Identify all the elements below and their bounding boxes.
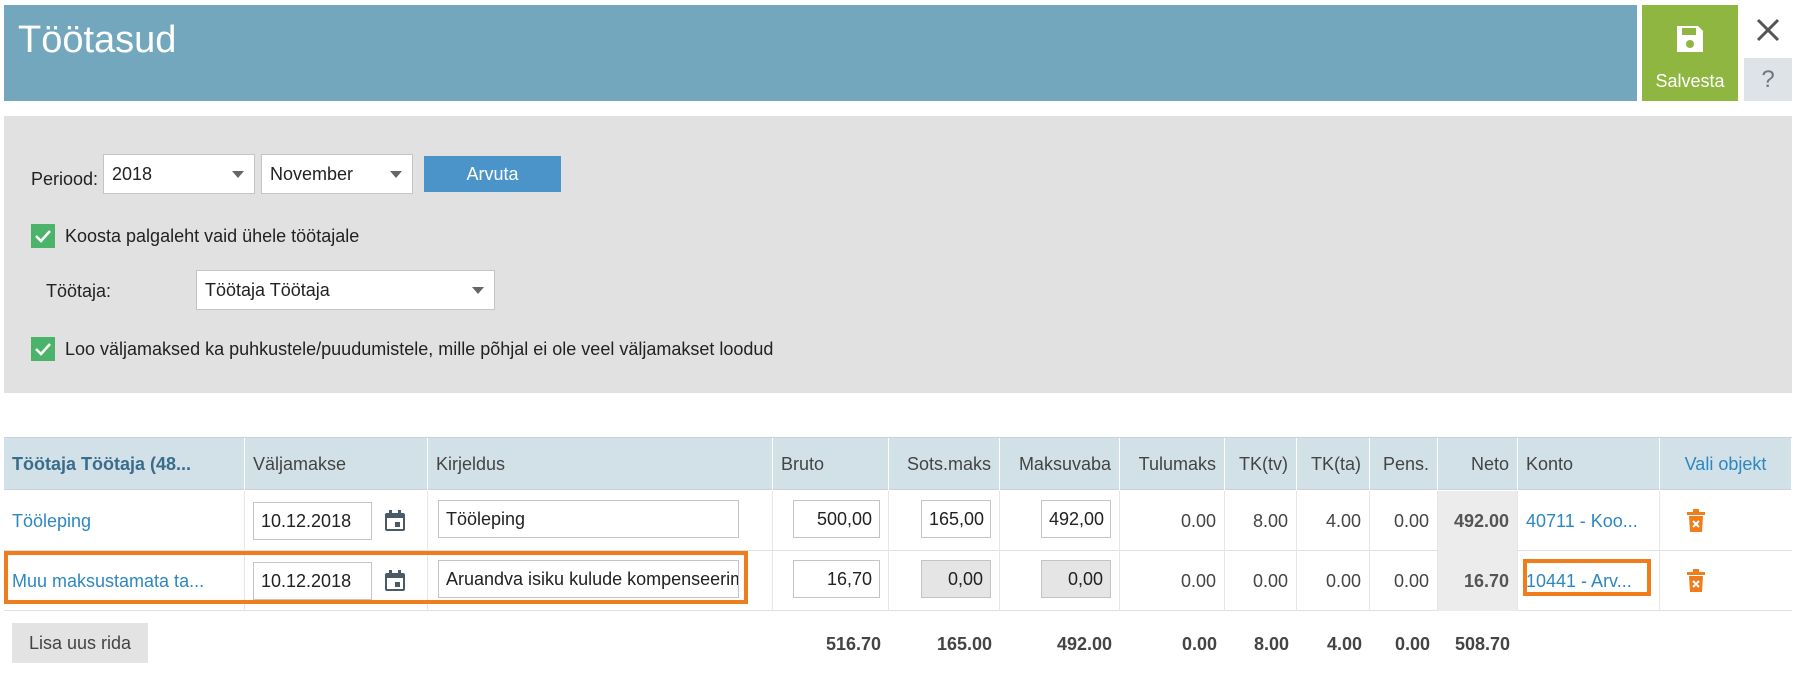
chevron-down-icon (472, 287, 484, 294)
row-gross-cell: 500,00 (773, 491, 889, 551)
total-taxfree: 492.00 (1056, 634, 1112, 654)
table-header: Töötaja Töötaja (48... Väljamakse Kirjel… (4, 437, 1792, 491)
absences-option: Loo väljamaksed ka puhkustele/puudumiste… (31, 337, 773, 361)
calendar-icon[interactable] (383, 509, 407, 533)
row-description-cell: Tööleping (428, 491, 773, 551)
description-input[interactable]: Aruandva isiku kulude kompenseerimine (438, 560, 739, 598)
payment-date-input[interactable]: 10.12.2018 (253, 502, 372, 540)
pens-value: 0.00 (1370, 491, 1438, 551)
social-tax-input[interactable]: 165,00 (921, 500, 991, 538)
close-icon (1756, 18, 1780, 42)
chevron-down-icon (232, 171, 244, 178)
header-select-object[interactable]: Vali objekt (1660, 438, 1792, 491)
row-taxfree-cell: 492,00 (1000, 491, 1120, 551)
save-button-label: Salvesta (1655, 71, 1725, 91)
close-button[interactable] (1750, 12, 1786, 48)
year-select[interactable]: 2018 (103, 154, 255, 194)
row-type-link[interactable]: Tööleping (4, 491, 245, 551)
month-select-value: November (270, 164, 354, 184)
header-net: Neto (1438, 438, 1518, 491)
add-row-button[interactable]: Lisa uus rida (12, 623, 148, 663)
help-button[interactable]: ? (1744, 58, 1792, 101)
account-link[interactable]: 40711 - Koo... (1518, 491, 1660, 551)
row-taxfree-cell: 0,00 (1000, 551, 1120, 611)
table-row: Tööleping 10.12.2018 Tööleping 500,00 16… (4, 491, 1792, 551)
filter-panel: Periood: 2018 November Arvuta Koosta pal… (4, 116, 1792, 393)
header-gross: Bruto (773, 438, 889, 491)
total-income-tax: 0.00 (1181, 634, 1217, 654)
table-row: Muu maksustamata ta... 10.12.2018 Aruand… (4, 551, 1792, 611)
row-social-cell: 0,00 (889, 551, 1000, 611)
gross-input[interactable]: 500,00 (793, 500, 880, 538)
row-actions-cell (1660, 551, 1792, 611)
tk-ta-value: 4.00 (1297, 491, 1370, 551)
tk-tv-value: 0.00 (1225, 551, 1297, 611)
total-gross: 516.70 (825, 634, 881, 654)
month-select[interactable]: November (261, 154, 413, 194)
trash-icon[interactable] (1686, 509, 1706, 533)
save-button[interactable]: Salvesta (1642, 5, 1738, 101)
employee-select-value: Töötaja Töötaja (205, 280, 330, 300)
description-input[interactable]: Tööleping (438, 500, 739, 538)
total-pens: 0.00 (1394, 634, 1430, 654)
page-header: Töötasud (4, 5, 1637, 101)
net-value: 16.70 (1438, 551, 1518, 611)
total-social: 165.00 (936, 634, 992, 654)
taxfree-input[interactable]: 492,00 (1041, 500, 1111, 538)
income-tax-value: 0.00 (1120, 491, 1225, 551)
single-employee-checkbox[interactable] (31, 224, 55, 248)
floppy-disk-icon (1675, 24, 1705, 59)
gross-input[interactable]: 16,70 (793, 560, 880, 598)
employee-select[interactable]: Töötaja Töötaja (196, 270, 495, 310)
header-income-tax: Tulumaks (1120, 438, 1225, 491)
tk-ta-value: 0.00 (1297, 551, 1370, 611)
row-description-cell: Aruandva isiku kulude kompenseerimine (428, 551, 773, 611)
checkmark-icon (35, 343, 51, 356)
account-link[interactable]: 10441 - Arv... (1518, 551, 1660, 611)
header-tk-tv: TK(tv) (1225, 438, 1297, 491)
single-employee-label: Koosta palgaleht vaid ühele töötajale (65, 225, 360, 246)
trash-icon[interactable] (1686, 569, 1706, 593)
total-tk-ta: 4.00 (1326, 634, 1362, 654)
header-social: Sots.maks (889, 438, 1000, 491)
row-gross-cell: 16,70 (773, 551, 889, 611)
pens-value: 0.00 (1370, 551, 1438, 611)
row-payment-cell: 10.12.2018 (245, 551, 428, 611)
checkmark-icon (35, 230, 51, 243)
row-payment-cell: 10.12.2018 (245, 491, 428, 551)
header-taxfree: Maksuvaba (1000, 438, 1120, 491)
header-employee[interactable]: Töötaja Töötaja (48... (4, 438, 245, 491)
absences-label: Loo väljamaksed ka puhkustele/puudumiste… (65, 338, 774, 359)
single-employee-option: Koosta palgaleht vaid ühele töötajale (31, 224, 359, 248)
header-pens: Pens. (1370, 438, 1438, 491)
social-tax-input: 0,00 (921, 560, 991, 598)
income-tax-value: 0.00 (1120, 551, 1225, 611)
tk-tv-value: 8.00 (1225, 491, 1297, 551)
totals-row: 516.70 165.00 492.00 0.00 8.00 4.00 0.00… (4, 617, 1792, 672)
row-type-link[interactable]: Muu maksustamata ta... (4, 551, 245, 611)
row-actions-cell (1660, 491, 1792, 551)
absences-checkbox[interactable] (31, 337, 55, 361)
page-title: Töötasud (18, 19, 177, 61)
compute-button[interactable]: Arvuta (424, 156, 561, 192)
header-description: Kirjeldus (428, 438, 773, 491)
row-social-cell: 165,00 (889, 491, 1000, 551)
total-tk-tv: 8.00 (1253, 634, 1289, 654)
calendar-icon[interactable] (383, 569, 407, 593)
period-label: Periood: (31, 169, 99, 189)
year-select-value: 2018 (112, 164, 153, 184)
header-account: Konto (1518, 438, 1660, 491)
header-tk-ta: TK(ta) (1297, 438, 1370, 491)
header-payment: Väljamakse (245, 438, 428, 491)
payment-date-input[interactable]: 10.12.2018 (253, 562, 372, 600)
employee-label: Töötaja: (46, 281, 112, 301)
taxfree-input: 0,00 (1041, 560, 1111, 598)
chevron-down-icon (390, 171, 402, 178)
net-value: 492.00 (1438, 491, 1518, 551)
total-net: 508.70 (1454, 634, 1510, 654)
